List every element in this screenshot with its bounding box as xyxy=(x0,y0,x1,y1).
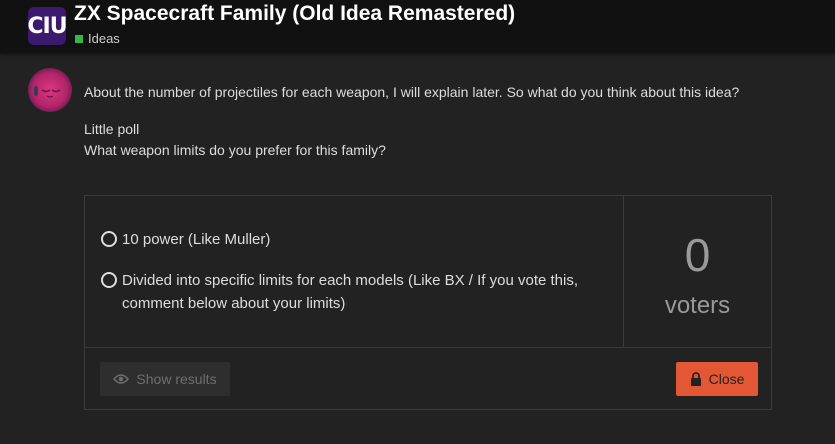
radio-icon[interactable] xyxy=(101,231,117,247)
poll-heading: Little poll xyxy=(84,121,140,137)
poll: 10 power (Like Muller) Divided into spec… xyxy=(84,195,772,410)
category-badge[interactable]: Ideas xyxy=(75,31,120,46)
avatar[interactable] xyxy=(28,68,72,112)
post-paragraph: About the number of projectiles for each… xyxy=(84,84,740,100)
divider xyxy=(85,347,771,348)
voter-label: voters xyxy=(664,292,731,319)
poll-option[interactable]: Divided into specific limits for each mo… xyxy=(101,269,601,315)
show-results-button[interactable]: Show results xyxy=(100,362,230,396)
category-label: Ideas xyxy=(88,31,120,46)
lock-icon xyxy=(690,372,701,386)
close-label: Close xyxy=(708,371,745,387)
poll-options: 10 power (Like Muller) Divided into spec… xyxy=(85,196,623,347)
radio-icon[interactable] xyxy=(101,272,117,288)
topic-header: CIU ZX Spacecraft Family (Old Idea Remas… xyxy=(0,0,835,53)
avatar-face-icon xyxy=(34,86,61,98)
close-poll-button[interactable]: Close xyxy=(676,362,758,396)
topic-title[interactable]: ZX Spacecraft Family (Old Idea Remastere… xyxy=(74,2,515,26)
eye-icon xyxy=(113,374,130,384)
voter-count: 0 xyxy=(684,229,711,281)
poll-option-label: 10 power (Like Muller) xyxy=(122,231,271,248)
show-results-label: Show results xyxy=(136,371,217,387)
site-logo-text: CIU xyxy=(27,13,67,39)
category-square-icon xyxy=(75,34,83,43)
site-logo[interactable]: CIU xyxy=(27,7,68,45)
post-body: About the number of projectiles for each… xyxy=(84,82,764,161)
poll-question: What weapon limits do you prefer for thi… xyxy=(84,142,386,158)
poll-option-label: Divided into specific limits for each mo… xyxy=(122,272,579,312)
poll-option[interactable]: 10 power (Like Muller) xyxy=(101,228,601,251)
